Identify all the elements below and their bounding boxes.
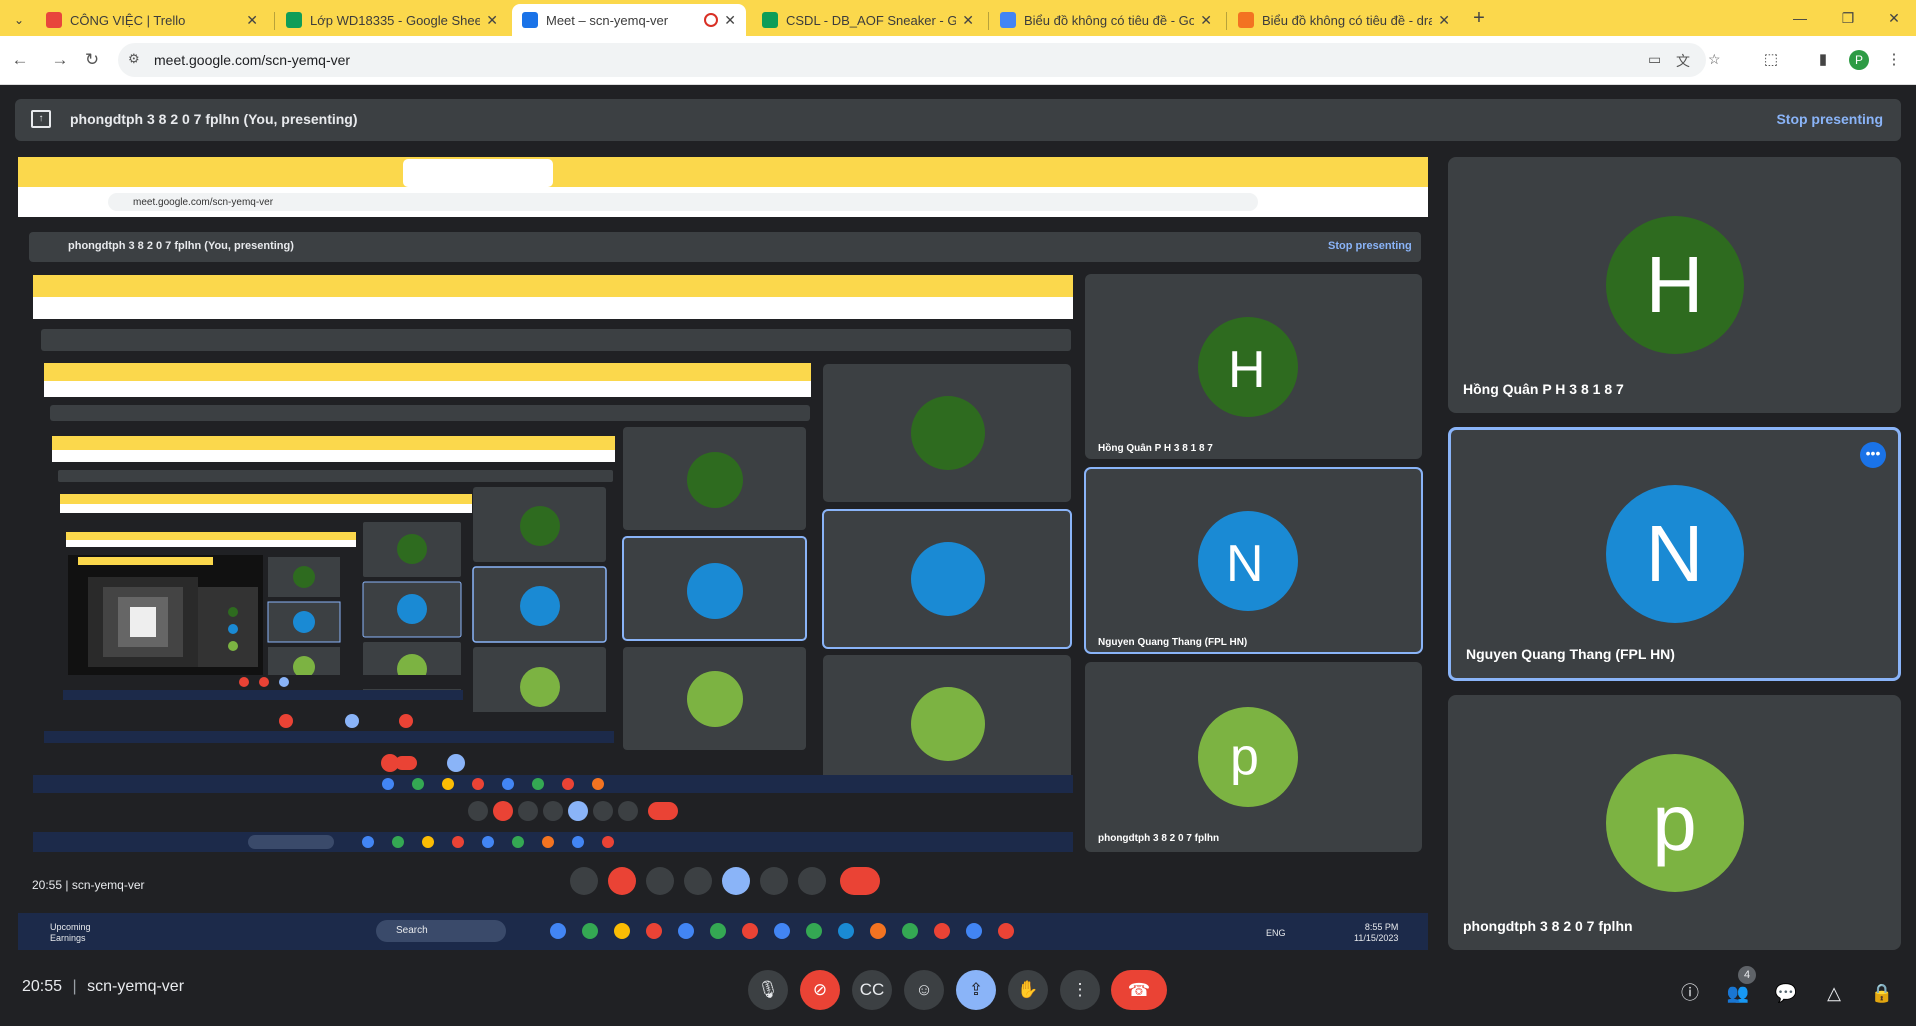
recording-icon (704, 13, 719, 27)
sheets-icon (762, 12, 778, 28)
meeting-code: scn-yemq-ver (87, 978, 185, 995)
emoji-button[interactable]: ☺ (904, 970, 944, 1010)
profile-avatar[interactable]: P (1849, 50, 1869, 70)
mirror-tile-initial-1: H (1228, 341, 1266, 399)
tab-label: Lớp WD18335 - Google Sheets (310, 12, 481, 28)
tab-sheets[interactable]: Lớp WD18335 - Google Sheets ✕ (276, 4, 508, 36)
mirror-tile-initial-3: p (1230, 728, 1259, 786)
tab-label: CÔNG VIỆC | Trello (70, 12, 186, 28)
present-icon: ↑ (31, 110, 51, 128)
tab-label: CSDL - DB_AOF Sneaker - Goog (786, 12, 957, 28)
meet-icon (522, 12, 538, 28)
mirror-stop-label: Stop presenting (1328, 240, 1412, 252)
browser-toolbar: ← → ↻ ⚙ meet.google.com/scn-yemq-ver ▭ 文… (0, 36, 1916, 85)
close-icon[interactable]: ✕ (962, 12, 974, 29)
tab-label: Meet – scn-yemq-ver (546, 12, 669, 28)
mirror-presenting-label: phongdtph 3 8 2 0 7 fplhn (You, presenti… (68, 240, 294, 252)
meet-control-bar: 20:55 | scn-yemq-ver 🎙 ⊘ CC ☺ ⇪ ✋ ⋮ ☎ ⓘ … (0, 966, 1916, 1026)
chevron-down-icon: ⌄ (14, 13, 25, 27)
participant-name: Nguyen Quang Thang (FPL HN) (1466, 646, 1675, 662)
mirror-taskbar-clock: 8:55 PM 11/15/2023 (1354, 922, 1399, 943)
mirror-url: meet.google.com/scn-yemq-ver (133, 197, 274, 208)
more-options-icon[interactable]: ••• (1860, 442, 1886, 468)
trello-icon (46, 12, 62, 28)
site-info-icon[interactable]: ⚙ (128, 51, 140, 67)
participant-tile-nguyen-quang-thang[interactable]: ••• N Nguyen Quang Thang (FPL HN) (1448, 427, 1901, 681)
mic-button[interactable]: 🎙 (748, 970, 788, 1010)
mirror-taskbar-lang: ENG (1266, 928, 1286, 938)
tab-divider (1226, 12, 1227, 30)
shared-screen: phongdtph 3 8 2 0 7 fplhn (You, presenti… (18, 157, 1428, 950)
tab-label: Biểu đồ không có tiêu đề - Goo (1024, 12, 1195, 28)
new-tab-button[interactable]: + (1462, 6, 1496, 30)
mirror-tile-name-2: Nguyen Quang Thang (FPL HN) (1098, 637, 1248, 648)
presenting-label: phongdtph 3 8 2 0 7 fplhn (You, presenti… (70, 111, 358, 127)
mirror-widget: Upcoming Earnings (50, 922, 91, 943)
camera-off-button[interactable]: ⊘ (800, 970, 840, 1010)
mirror-tile-initial-2: N (1226, 535, 1264, 593)
mirror-taskbar-search: Search (396, 925, 428, 936)
info-icon[interactable]: ⓘ (1677, 980, 1703, 1006)
tab-csdl-sheets[interactable]: CSDL - DB_AOF Sneaker - Goog ✕ (752, 4, 984, 36)
presenting-bar: ↑ phongdtph 3 8 2 0 7 fplhn (You, presen… (15, 99, 1901, 141)
close-icon[interactable]: ✕ (1200, 12, 1212, 29)
chat-icon[interactable]: 💬 (1773, 980, 1799, 1006)
tab-meet[interactable]: Meet – scn-yemq-ver ✕ (512, 4, 746, 36)
raise-hand-button[interactable]: ✋ (1008, 970, 1048, 1010)
more-options-button[interactable]: ⋮ (1060, 970, 1100, 1010)
meeting-info: 20:55 | scn-yemq-ver (22, 978, 185, 995)
participant-name: Hồng Quân P H 3 8 1 8 7 (1463, 381, 1624, 397)
tab-divider (988, 12, 989, 30)
mirror-tile-name-3: phongdtph 3 8 2 0 7 fplhn (1098, 833, 1220, 844)
participant-name: phongdtph 3 8 2 0 7 fplhn (1463, 918, 1633, 934)
hangup-button[interactable]: ☎ (1111, 970, 1167, 1010)
present-button[interactable]: ⇪ (956, 970, 996, 1010)
tab-label: Biểu đồ không có tiêu đề - draw (1262, 12, 1433, 28)
mirror-tile-name-1: Hồng Quân P H 3 8 1 8 7 (1098, 443, 1213, 454)
minimize-button[interactable]: — (1778, 6, 1822, 30)
drive-icon (1000, 12, 1016, 28)
close-icon[interactable]: ✕ (246, 12, 258, 29)
menu-icon[interactable]: ⋮ (1882, 48, 1906, 72)
captions-button[interactable]: CC (852, 970, 892, 1010)
mirror-meet-time: 20:55 | scn-yemq-ver (32, 878, 145, 892)
participant-tile-hong-quan[interactable]: H Hồng Quân P H 3 8 1 8 7 (1448, 157, 1901, 413)
stop-presenting-button[interactable]: Stop presenting (1776, 111, 1883, 127)
tab-search-button[interactable]: ⌄ (4, 4, 32, 36)
avatar: p (1605, 753, 1744, 892)
back-icon[interactable]: ← (8, 48, 32, 72)
translate-icon[interactable]: 文 (1676, 51, 1690, 71)
shared-screen-mirror (18, 157, 1428, 950)
activities-icon[interactable]: △ (1821, 980, 1847, 1006)
address-bar[interactable]: ⚙ meet.google.com/scn-yemq-ver ▭ 文 ☆ (118, 43, 1721, 77)
tab-divider (274, 12, 275, 30)
camera-icon[interactable]: ▭ (1648, 51, 1661, 68)
forward-icon[interactable]: → (48, 48, 72, 72)
url-text: meet.google.com/scn-yemq-ver (154, 52, 351, 68)
reload-icon[interactable]: ↻ (80, 48, 104, 72)
close-icon[interactable]: ✕ (1438, 12, 1450, 29)
star-icon[interactable]: ☆ (1708, 51, 1728, 68)
tab-trello[interactable]: CÔNG VIỆC | Trello ✕ (36, 4, 268, 36)
close-window-button[interactable]: ✕ (1872, 6, 1916, 30)
avatar: H (1605, 216, 1744, 354)
tab-chart-google[interactable]: Biểu đồ không có tiêu đề - Goo ✕ (990, 4, 1222, 36)
close-icon[interactable]: ✕ (486, 12, 498, 29)
restore-button[interactable]: ❐ (1826, 6, 1870, 30)
drawio-icon (1238, 12, 1254, 28)
meeting-time: 20:55 (22, 978, 63, 995)
host-controls-icon[interactable]: 🔒 (1869, 980, 1895, 1006)
people-count-badge: 4 (1738, 966, 1756, 984)
side-panel-icon[interactable]: ▮ (1811, 48, 1835, 72)
sheets-icon (286, 12, 302, 28)
browser-tab-strip: ⌄ CÔNG VIỆC | Trello ✕ Lớp WD18335 - Goo… (0, 0, 1916, 36)
avatar: N (1605, 485, 1744, 623)
extensions-icon[interactable]: ⬚ (1759, 48, 1783, 72)
close-icon[interactable]: ✕ (724, 12, 736, 29)
tab-chart-draw[interactable]: Biểu đồ không có tiêu đề - draw ✕ (1228, 4, 1460, 36)
participant-tile-phongdtph[interactable]: p phongdtph 3 8 2 0 7 fplhn (1448, 695, 1901, 950)
